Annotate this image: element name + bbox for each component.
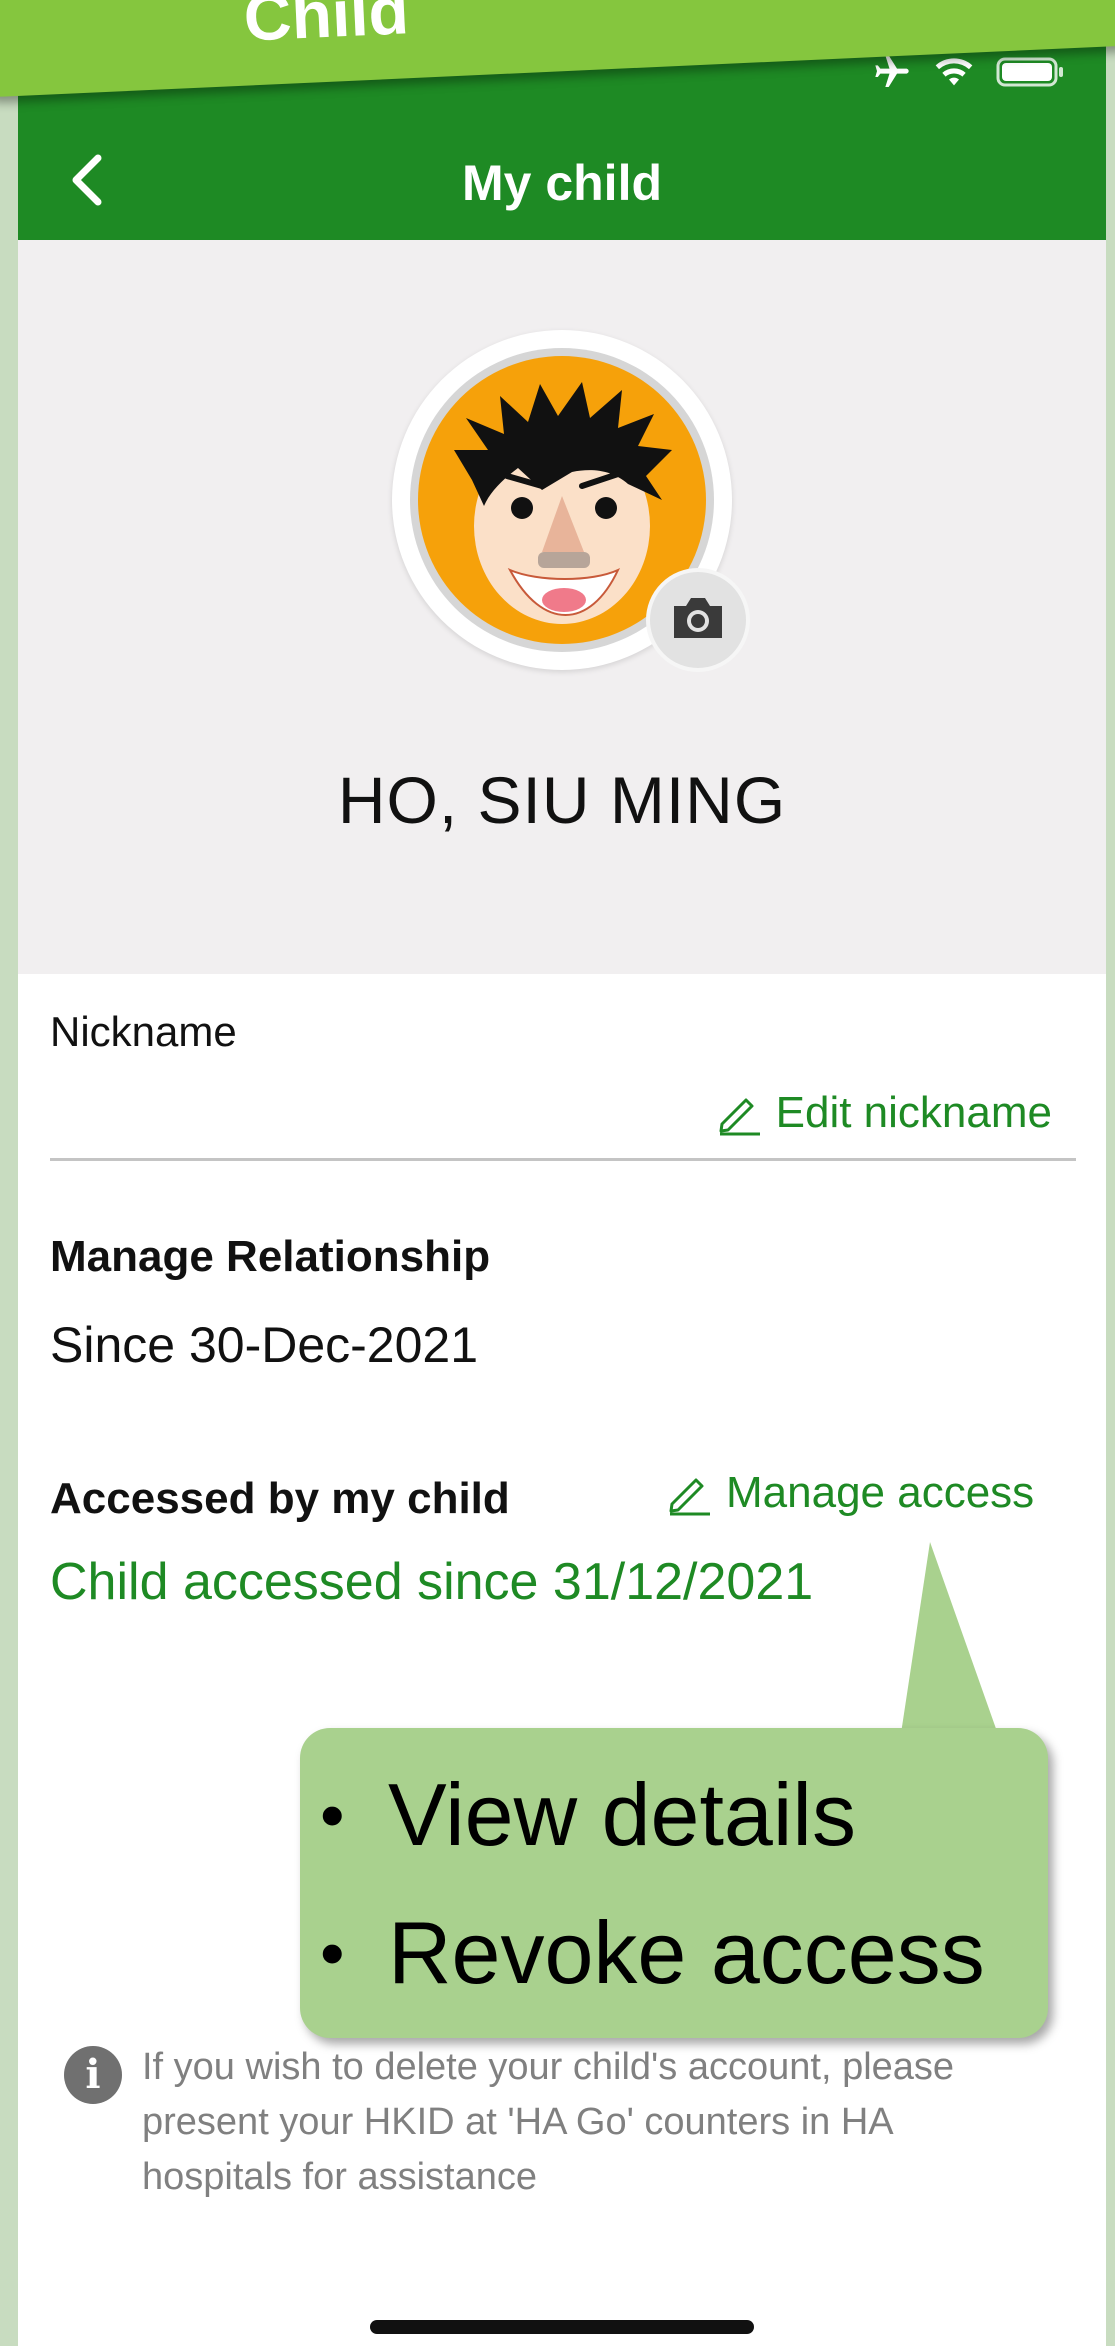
page-title: My child — [461, 155, 663, 211]
edit-nickname-label: Edit nickname — [775, 1088, 1052, 1137]
camera-icon — [674, 598, 722, 638]
edit-nickname-button[interactable]: Edit nickname — [716, 1088, 1052, 1138]
top-navbar: My child — [18, 120, 1106, 240]
callout-item: • Revoke access — [320, 1903, 985, 2002]
child-full-name: HO, SIU MING — [337, 763, 787, 837]
wifi-icon — [935, 58, 973, 86]
banner-label: Child — [242, 0, 411, 55]
nickname-divider — [50, 1158, 1076, 1161]
access-heading: Accessed by my child — [50, 1474, 510, 1523]
delete-account-notice: i If you wish to delete your child's acc… — [64, 2040, 1002, 2205]
manage-access-button[interactable]: Manage access — [666, 1468, 1034, 1518]
pencil-icon — [719, 1098, 760, 1136]
manage-access-label: Manage access — [726, 1468, 1035, 1517]
tutorial-callout: • View details • Revoke access — [300, 1728, 1048, 2038]
child-accessed-since: Child accessed since 31/12/2021 — [50, 1553, 814, 1611]
profile-header: HO, SIU MING — [18, 240, 1106, 974]
callout-list: • View details • Revoke access — [320, 1746, 985, 2022]
relationship-since: Since 30-Dec-2021 — [50, 1317, 479, 1373]
nickname-label: Nickname — [50, 1008, 237, 1055]
airplane-icon — [875, 55, 909, 87]
info-text: If you wish to delete your child's accou… — [142, 2046, 955, 2198]
home-indicator — [370, 2320, 754, 2334]
change-photo-button[interactable] — [646, 568, 750, 672]
status-icons — [872, 52, 1066, 92]
pencil-icon — [669, 1478, 710, 1516]
battery-icon — [996, 57, 1063, 87]
info-icon: i — [64, 2046, 122, 2104]
callout-item: • View details — [320, 1765, 856, 1864]
relationship-heading: Manage Relationship — [50, 1232, 491, 1281]
